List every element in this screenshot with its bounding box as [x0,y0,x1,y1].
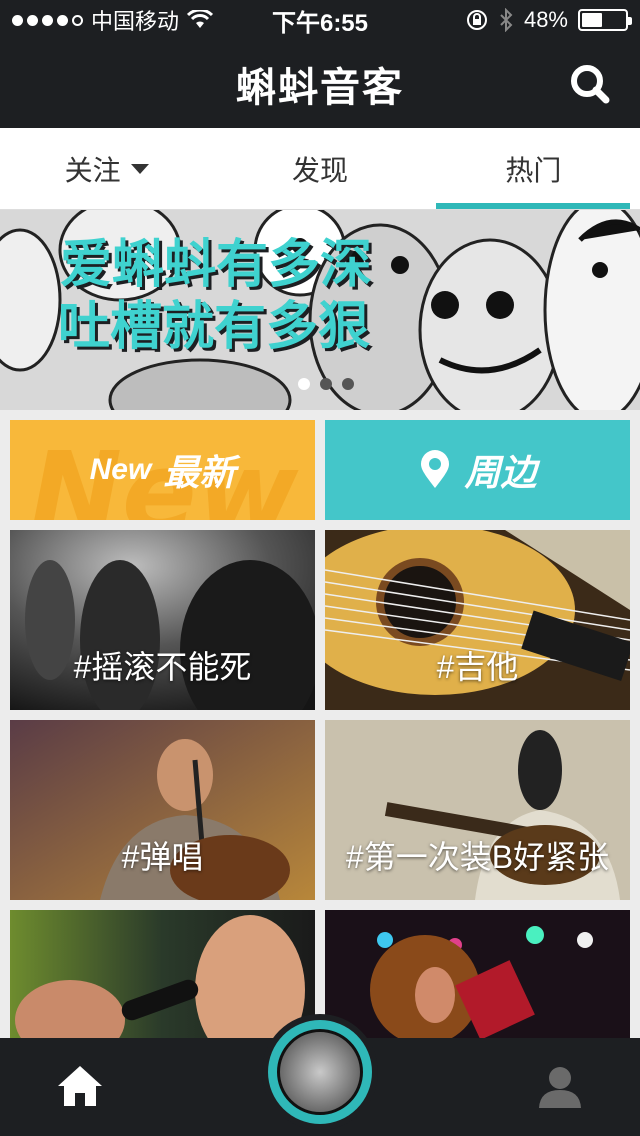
topic-card-guitar[interactable]: #吉他 [325,530,630,710]
search-icon[interactable] [568,62,612,106]
bluetooth-icon [500,8,513,32]
topic-label: #弹唱 [121,839,204,875]
topic-card-rock[interactable]: #摇滚不能死 [10,530,315,710]
topic-label: #摇滚不能死 [73,649,252,685]
topic-card-6[interactable] [325,910,630,1038]
record-ring [268,1020,372,1124]
battery-icon [578,9,632,31]
tab-discover[interactable]: 发现 [213,128,631,209]
home-icon[interactable] [56,1062,104,1110]
newest-label: 最新 [163,452,236,493]
location-pin-icon [421,450,450,488]
tab-hot-label: 热门 [505,154,562,186]
banner-dot[interactable] [320,378,332,390]
banner-dot[interactable] [298,378,310,390]
rotation-lock-icon [466,10,487,30]
banner-pagination [298,378,354,390]
nearby-label: 周边 [464,452,537,493]
tab-hot[interactable]: 热门 [427,128,640,209]
person-icon[interactable] [536,1062,584,1110]
app-header: 蝌蚪音客 [0,40,640,128]
status-bar: 中国移动 下午6:55 48% [0,0,640,40]
record-knob-icon [277,1029,363,1115]
topic-label: #吉他 [436,649,519,685]
newest-prefix: New [89,453,152,486]
chevron-down-icon [130,163,149,174]
tab-discover-label: 发现 [291,154,348,186]
topic-card-sing[interactable]: #弹唱 [10,720,315,900]
topic-image [325,910,630,1038]
tab-bar: 关注 发现 热门 [0,128,640,210]
battery-percent: 48% [523,7,568,32]
nearby-button[interactable]: 周边 [325,420,630,520]
banner-line-1: 爱蝌蚪有多深 [60,235,373,295]
banner-dot[interactable] [342,378,354,390]
banner-line-2: 吐槽就有多狠 [58,297,371,357]
newest-button[interactable]: New New 最新 [10,420,315,520]
banner-slogan: 爱蝌蚪有多深 吐槽就有多狠 [58,234,373,358]
topic-card-firsttime[interactable]: #第一次装B好紧张 [325,720,630,900]
tab-follow[interactable]: 关注 [0,128,213,209]
record-button[interactable] [262,1014,378,1130]
topic-label: #第一次装B好紧张 [345,839,610,875]
app-logo: 蝌蚪音客 [236,65,404,111]
tab-follow-label: 关注 [64,154,121,186]
topic-card-5[interactable] [10,910,315,1038]
topic-image [10,910,315,1038]
